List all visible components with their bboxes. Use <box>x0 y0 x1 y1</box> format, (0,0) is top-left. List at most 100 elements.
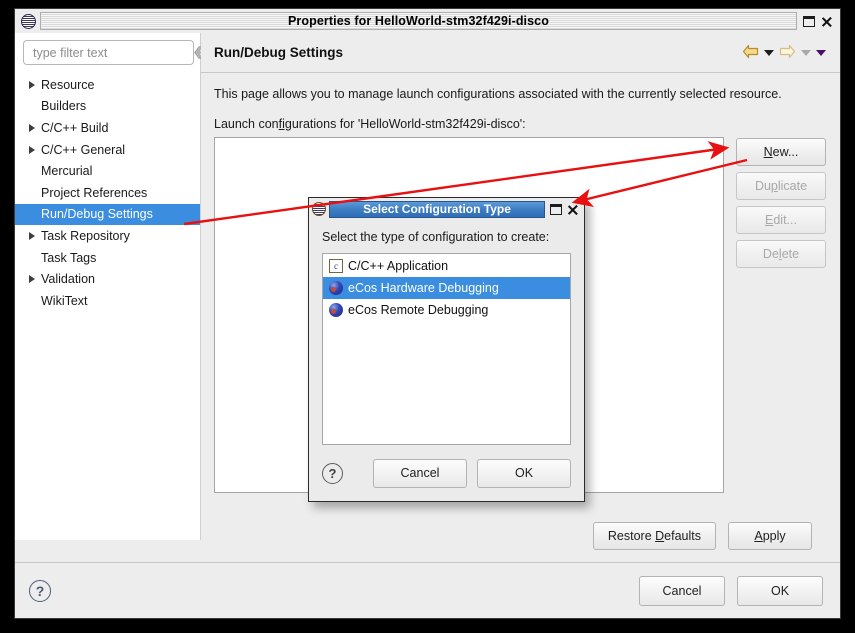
sidebar-item-label: Task Tags <box>41 250 97 265</box>
window-bottom-bar: ? Cancel OK <box>15 562 840 618</box>
globe-icon-shape <box>329 281 343 295</box>
list-item-label: C/C++ Application <box>348 259 449 273</box>
help-icon[interactable]: ? <box>29 579 51 602</box>
window-controls <box>803 15 833 28</box>
expand-arrow-icon[interactable] <box>23 146 41 154</box>
launch-configurations-label: Launch configurations for 'HelloWorld-st… <box>214 117 826 131</box>
sidebar-item-project-references[interactable]: Project References <box>15 182 200 204</box>
sidebar-item-resource[interactable]: Resource <box>15 74 200 96</box>
dialog-window-controls <box>550 203 579 216</box>
expand-arrow-icon[interactable] <box>23 275 41 283</box>
sidebar-item-task-repository[interactable]: Task Repository <box>15 225 200 247</box>
sidebar-item-mercurial[interactable]: Mercurial <box>15 160 200 182</box>
apply-button[interactable]: Apply <box>728 522 812 550</box>
maximize-icon[interactable] <box>550 203 562 215</box>
dialog-title: Select Configuration Type <box>363 202 511 216</box>
button-label-post: dit... <box>773 213 797 227</box>
maximize-icon[interactable] <box>803 15 815 27</box>
sidebar-item-validation[interactable]: Validation <box>15 268 200 290</box>
sidebar-item-label: C/C++ General <box>41 142 126 157</box>
button-label-mnemonic: N <box>763 145 773 159</box>
close-icon[interactable] <box>566 203 579 216</box>
page-footer-buttons: Restore Defaults Apply <box>214 512 826 562</box>
list-item[interactable]: eCos Hardware Debugging <box>323 277 570 299</box>
window-titlebar: Properties for HelloWorld-stm32f429i-dis… <box>15 9 840 33</box>
sidebar-item-label: Resource <box>41 77 95 92</box>
ok-button[interactable]: OK <box>737 575 823 606</box>
page-nav-buttons <box>742 44 826 62</box>
page-header: Run/Debug Settings <box>201 33 840 73</box>
search-input[interactable] <box>33 45 194 60</box>
sidebar-item-label: Run/Debug Settings <box>41 207 153 222</box>
launch-label-mnemonic: fig <box>278 117 292 131</box>
duplicate-button: Du p licate <box>736 172 826 200</box>
window-body: Resource Builders C/C++ Build C/C++ General… <box>15 33 840 562</box>
sidebar-item-label: Project References <box>41 185 148 200</box>
configuration-action-buttons: New... Du p licate Edit... De l ete <box>736 137 826 268</box>
button-label-post: licate <box>777 179 808 193</box>
sidebar-item-task-tags[interactable]: Task Tags <box>15 247 200 269</box>
sidebar-item-label: Builders <box>41 99 87 114</box>
ecos-globe-icon <box>327 302 345 318</box>
new-button[interactable]: New... <box>736 138 826 166</box>
configuration-type-list[interactable]: c C/C++ Application eCos Hardware Debuggin… <box>322 253 571 445</box>
sidebar-item-c-c-general[interactable]: C/C++ General <box>15 139 200 161</box>
expand-arrow-icon[interactable] <box>23 232 41 240</box>
sidebar-item-label: C/C++ Build <box>41 120 109 135</box>
cpp-application-icon: c <box>327 258 345 274</box>
sidebar-item-label: WikiText <box>41 293 88 308</box>
forward-arrow-icon <box>779 44 796 62</box>
button-label-mnemonic: A <box>754 529 763 543</box>
dialog-action-buttons: Cancel OK <box>343 458 571 488</box>
filter-box[interactable] <box>23 40 212 65</box>
expand-arrow-icon[interactable] <box>23 81 41 89</box>
button-label-post: ete <box>781 247 800 261</box>
sidebar-item-builders[interactable]: Builders <box>15 96 200 118</box>
settings-sidebar: Resource Builders C/C++ Build C/C++ General… <box>15 33 212 540</box>
sidebar-item-run-debug-settings[interactable]: Run/Debug Settings <box>15 203 200 226</box>
close-icon[interactable] <box>820 15 833 28</box>
dialog-footer: ? Cancel OK <box>309 445 584 501</box>
window-title-strip: Properties for HelloWorld-stm32f429i-dis… <box>40 12 797 30</box>
select-configuration-type-dialog: Select Configuration Type Select the typ… <box>308 197 585 502</box>
page-description: This page allows you to manage launch co… <box>214 87 782 101</box>
ecos-globe-icon <box>327 280 345 296</box>
dialog-titlebar: Select Configuration Type <box>309 198 584 220</box>
sidebar-item-label: Validation <box>41 272 95 287</box>
eclipse-dialog-icon <box>312 202 326 216</box>
back-dropdown-icon[interactable] <box>764 49 774 56</box>
dialog-title-strip: Select Configuration Type <box>329 200 545 218</box>
expand-arrow-icon[interactable] <box>23 124 41 132</box>
cancel-button[interactable]: Cancel <box>373 458 467 488</box>
button-label-pre: De <box>762 247 779 261</box>
list-item[interactable]: eCos Remote Debugging <box>323 299 570 321</box>
button-label-mnemonic: E <box>765 213 774 227</box>
button-label-mnemonic: D <box>655 529 665 543</box>
button-label-post: efaults <box>664 529 701 543</box>
list-item[interactable]: c C/C++ Application <box>323 255 570 277</box>
cpp-icon-glyph: c <box>329 259 343 273</box>
ok-button[interactable]: OK <box>477 458 571 488</box>
restore-defaults-button[interactable]: Restore Defaults <box>592 522 716 550</box>
globe-icon-shape <box>329 303 343 317</box>
sidebar-item-wikitext[interactable]: WikiText <box>15 290 200 312</box>
sidebar-item-c-c-build[interactable]: C/C++ Build <box>15 117 200 139</box>
view-menu-dropdown-icon[interactable] <box>816 49 826 56</box>
edit-button: Edit... <box>736 206 826 234</box>
eclipse-window-icon <box>21 13 36 29</box>
button-label-mnemonic: p <box>770 179 778 193</box>
delete-button: De l ete <box>736 240 826 268</box>
page-title: Run/Debug Settings <box>214 45 343 60</box>
settings-tree: Resource Builders C/C++ Build C/C++ General… <box>15 74 200 540</box>
button-label-post: pply <box>762 529 786 543</box>
help-icon[interactable]: ? <box>322 462 343 484</box>
forward-dropdown-icon <box>801 49 811 56</box>
button-label-post: ew... <box>772 145 799 159</box>
back-arrow-icon[interactable] <box>742 44 759 62</box>
cancel-button[interactable]: Cancel <box>639 575 725 606</box>
dialog-prompt: Select the type of configuration to crea… <box>322 230 550 244</box>
launch-label-post: urations for 'HelloWorld-stm32f429i-disc… <box>291 117 526 131</box>
list-item-label: eCos Hardware Debugging <box>348 281 499 295</box>
properties-window: Properties for HelloWorld-stm32f429i-dis… <box>14 8 841 619</box>
list-item-label: eCos Remote Debugging <box>348 303 489 317</box>
